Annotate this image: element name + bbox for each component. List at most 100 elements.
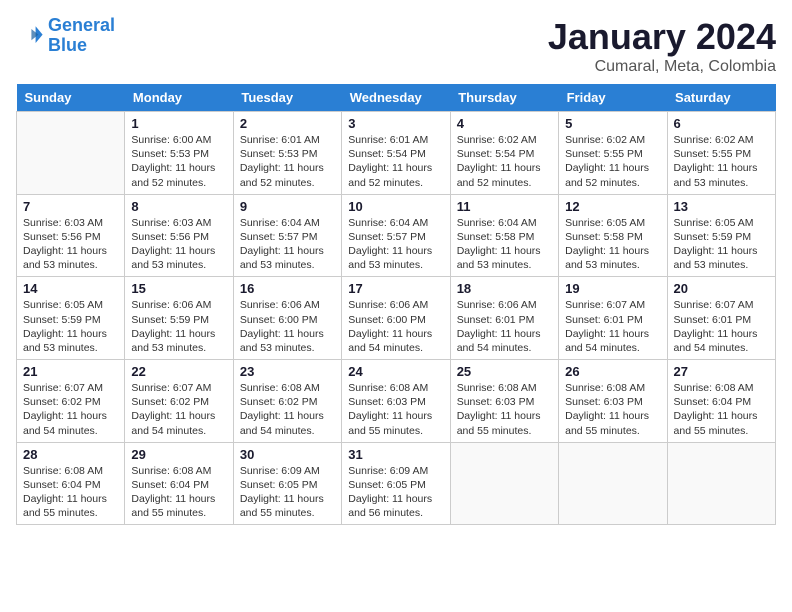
day-cell-3-5: 26 Sunrise: 6:08 AM Sunset: 6:03 PM Dayli…	[559, 360, 667, 443]
day-number: 20	[674, 281, 769, 296]
week-row-1: 1 Sunrise: 6:00 AM Sunset: 5:53 PM Daylig…	[17, 112, 776, 195]
day-cell-4-2: 30 Sunrise: 6:09 AM Sunset: 6:05 PM Dayli…	[233, 442, 341, 525]
header-thursday: Thursday	[450, 84, 558, 112]
day-cell-3-1: 22 Sunrise: 6:07 AM Sunset: 6:02 PM Dayli…	[125, 360, 233, 443]
day-info: Sunrise: 6:09 AM Sunset: 6:05 PM Dayligh…	[348, 464, 443, 521]
day-cell-4-6	[667, 442, 775, 525]
header-tuesday: Tuesday	[233, 84, 341, 112]
day-cell-1-0: 7Sunrise: 6:03 AM Sunset: 5:56 PM Daylig…	[17, 194, 125, 277]
week-row-2: 7 Sunrise: 6:03 AM Sunset: 5:56 PM Daylig…	[17, 194, 776, 277]
day-info: Sunrise: 6:04 AM Sunset: 5:57 PM Dayligh…	[240, 216, 335, 273]
day-cell-1-5: 12Sunrise: 6:05 AM Sunset: 5:58 PM Dayli…	[559, 194, 667, 277]
day-number: 29	[131, 447, 226, 462]
day-info: Sunrise: 6:08 AM Sunset: 6:02 PM Dayligh…	[240, 381, 335, 438]
week-row-5: 28 Sunrise: 6:08 AM Sunset: 6:04 PM Dayli…	[17, 442, 776, 525]
day-cell-0-6: 6 Sunrise: 6:02 AM Sunset: 5:55 PM Daylig…	[667, 112, 775, 195]
day-cell-1-1: 8 Sunrise: 6:03 AM Sunset: 5:56 PM Daylig…	[125, 194, 233, 277]
day-cell-2-2: 16 Sunrise: 6:06 AM Sunset: 6:00 PM Dayli…	[233, 277, 341, 360]
day-info: Sunrise: 6:08 AM Sunset: 6:04 PM Dayligh…	[23, 464, 118, 521]
day-cell-4-1: 29 Sunrise: 6:08 AM Sunset: 6:04 PM Dayli…	[125, 442, 233, 525]
week-row-3: 14 Sunrise: 6:05 AM Sunset: 5:59 PM Dayli…	[17, 277, 776, 360]
day-info: Sunrise: 6:06 AM Sunset: 6:00 PM Dayligh…	[240, 298, 335, 355]
day-number: 23	[240, 364, 335, 379]
logo-line2: Blue	[48, 35, 87, 55]
header-wednesday: Wednesday	[342, 84, 450, 112]
logo: General Blue	[16, 16, 115, 56]
day-number: 16	[240, 281, 335, 296]
day-number: 22	[131, 364, 226, 379]
week-row-4: 21 Sunrise: 6:07 AM Sunset: 6:02 PM Dayli…	[17, 360, 776, 443]
day-info: Sunrise: 6:04 AM Sunset: 5:58 PM Dayligh…	[457, 216, 552, 273]
header-saturday: Saturday	[667, 84, 775, 112]
day-number: 4	[457, 116, 552, 131]
day-info: Sunrise: 6:02 AM Sunset: 5:55 PM Dayligh…	[674, 133, 769, 190]
day-number: 6	[674, 116, 769, 131]
day-cell-3-2: 23 Sunrise: 6:08 AM Sunset: 6:02 PM Dayli…	[233, 360, 341, 443]
page-header: General Blue January 2024 Cumaral, Meta,…	[16, 16, 776, 76]
day-info: Sunrise: 6:08 AM Sunset: 6:03 PM Dayligh…	[457, 381, 552, 438]
day-number: 8	[131, 199, 226, 214]
day-cell-1-3: 10Sunrise: 6:04 AM Sunset: 5:57 PM Dayli…	[342, 194, 450, 277]
day-cell-2-1: 15Sunrise: 6:06 AM Sunset: 5:59 PM Dayli…	[125, 277, 233, 360]
day-number: 30	[240, 447, 335, 462]
day-number: 9	[240, 199, 335, 214]
header-sunday: Sunday	[17, 84, 125, 112]
day-cell-3-3: 24Sunrise: 6:08 AM Sunset: 6:03 PM Dayli…	[342, 360, 450, 443]
day-number: 17	[348, 281, 443, 296]
weekday-header-row: Sunday Monday Tuesday Wednesday Thursday…	[17, 84, 776, 112]
day-number: 2	[240, 116, 335, 131]
day-cell-0-0	[17, 112, 125, 195]
logo-icon	[16, 22, 44, 50]
day-number: 14	[23, 281, 118, 296]
day-info: Sunrise: 6:06 AM Sunset: 6:01 PM Dayligh…	[457, 298, 552, 355]
calendar-body: 1 Sunrise: 6:00 AM Sunset: 5:53 PM Daylig…	[17, 112, 776, 525]
day-number: 27	[674, 364, 769, 379]
calendar-table: Sunday Monday Tuesday Wednesday Thursday…	[16, 84, 776, 525]
day-number: 11	[457, 199, 552, 214]
day-cell-0-4: 4 Sunrise: 6:02 AM Sunset: 5:54 PM Daylig…	[450, 112, 558, 195]
day-info: Sunrise: 6:00 AM Sunset: 5:53 PM Dayligh…	[131, 133, 226, 190]
day-cell-1-4: 11 Sunrise: 6:04 AM Sunset: 5:58 PM Dayli…	[450, 194, 558, 277]
day-cell-3-0: 21Sunrise: 6:07 AM Sunset: 6:02 PM Dayli…	[17, 360, 125, 443]
day-info: Sunrise: 6:05 AM Sunset: 5:59 PM Dayligh…	[23, 298, 118, 355]
day-info: Sunrise: 6:08 AM Sunset: 6:03 PM Dayligh…	[565, 381, 660, 438]
day-info: Sunrise: 6:02 AM Sunset: 5:54 PM Dayligh…	[457, 133, 552, 190]
day-cell-0-2: 2 Sunrise: 6:01 AM Sunset: 5:53 PM Daylig…	[233, 112, 341, 195]
calendar-subtitle: Cumaral, Meta, Colombia	[548, 58, 776, 76]
day-cell-3-6: 27Sunrise: 6:08 AM Sunset: 6:04 PM Dayli…	[667, 360, 775, 443]
day-cell-2-4: 18 Sunrise: 6:06 AM Sunset: 6:01 PM Dayli…	[450, 277, 558, 360]
calendar-header: Sunday Monday Tuesday Wednesday Thursday…	[17, 84, 776, 112]
day-cell-4-4	[450, 442, 558, 525]
day-info: Sunrise: 6:01 AM Sunset: 5:53 PM Dayligh…	[240, 133, 335, 190]
logo-line1: General	[48, 15, 115, 35]
day-info: Sunrise: 6:06 AM Sunset: 6:00 PM Dayligh…	[348, 298, 443, 355]
day-number: 25	[457, 364, 552, 379]
day-info: Sunrise: 6:08 AM Sunset: 6:04 PM Dayligh…	[131, 464, 226, 521]
day-number: 28	[23, 447, 118, 462]
day-cell-2-5: 19Sunrise: 6:07 AM Sunset: 6:01 PM Dayli…	[559, 277, 667, 360]
day-number: 10	[348, 199, 443, 214]
day-number: 18	[457, 281, 552, 296]
day-info: Sunrise: 6:02 AM Sunset: 5:55 PM Dayligh…	[565, 133, 660, 190]
header-monday: Monday	[125, 84, 233, 112]
day-number: 1	[131, 116, 226, 131]
day-info: Sunrise: 6:09 AM Sunset: 6:05 PM Dayligh…	[240, 464, 335, 521]
day-cell-2-0: 14 Sunrise: 6:05 AM Sunset: 5:59 PM Dayli…	[17, 277, 125, 360]
day-number: 13	[674, 199, 769, 214]
day-cell-1-6: 13 Sunrise: 6:05 AM Sunset: 5:59 PM Dayli…	[667, 194, 775, 277]
day-info: Sunrise: 6:01 AM Sunset: 5:54 PM Dayligh…	[348, 133, 443, 190]
day-number: 15	[131, 281, 226, 296]
logo-text: General Blue	[48, 16, 115, 56]
day-info: Sunrise: 6:05 AM Sunset: 5:59 PM Dayligh…	[674, 216, 769, 273]
header-friday: Friday	[559, 84, 667, 112]
day-number: 21	[23, 364, 118, 379]
day-info: Sunrise: 6:03 AM Sunset: 5:56 PM Dayligh…	[131, 216, 226, 273]
day-cell-3-4: 25 Sunrise: 6:08 AM Sunset: 6:03 PM Dayli…	[450, 360, 558, 443]
day-number: 7	[23, 199, 118, 214]
day-info: Sunrise: 6:07 AM Sunset: 6:02 PM Dayligh…	[131, 381, 226, 438]
day-number: 26	[565, 364, 660, 379]
day-cell-4-0: 28 Sunrise: 6:08 AM Sunset: 6:04 PM Dayli…	[17, 442, 125, 525]
day-cell-0-1: 1 Sunrise: 6:00 AM Sunset: 5:53 PM Daylig…	[125, 112, 233, 195]
day-number: 19	[565, 281, 660, 296]
day-cell-2-3: 17 Sunrise: 6:06 AM Sunset: 6:00 PM Dayli…	[342, 277, 450, 360]
